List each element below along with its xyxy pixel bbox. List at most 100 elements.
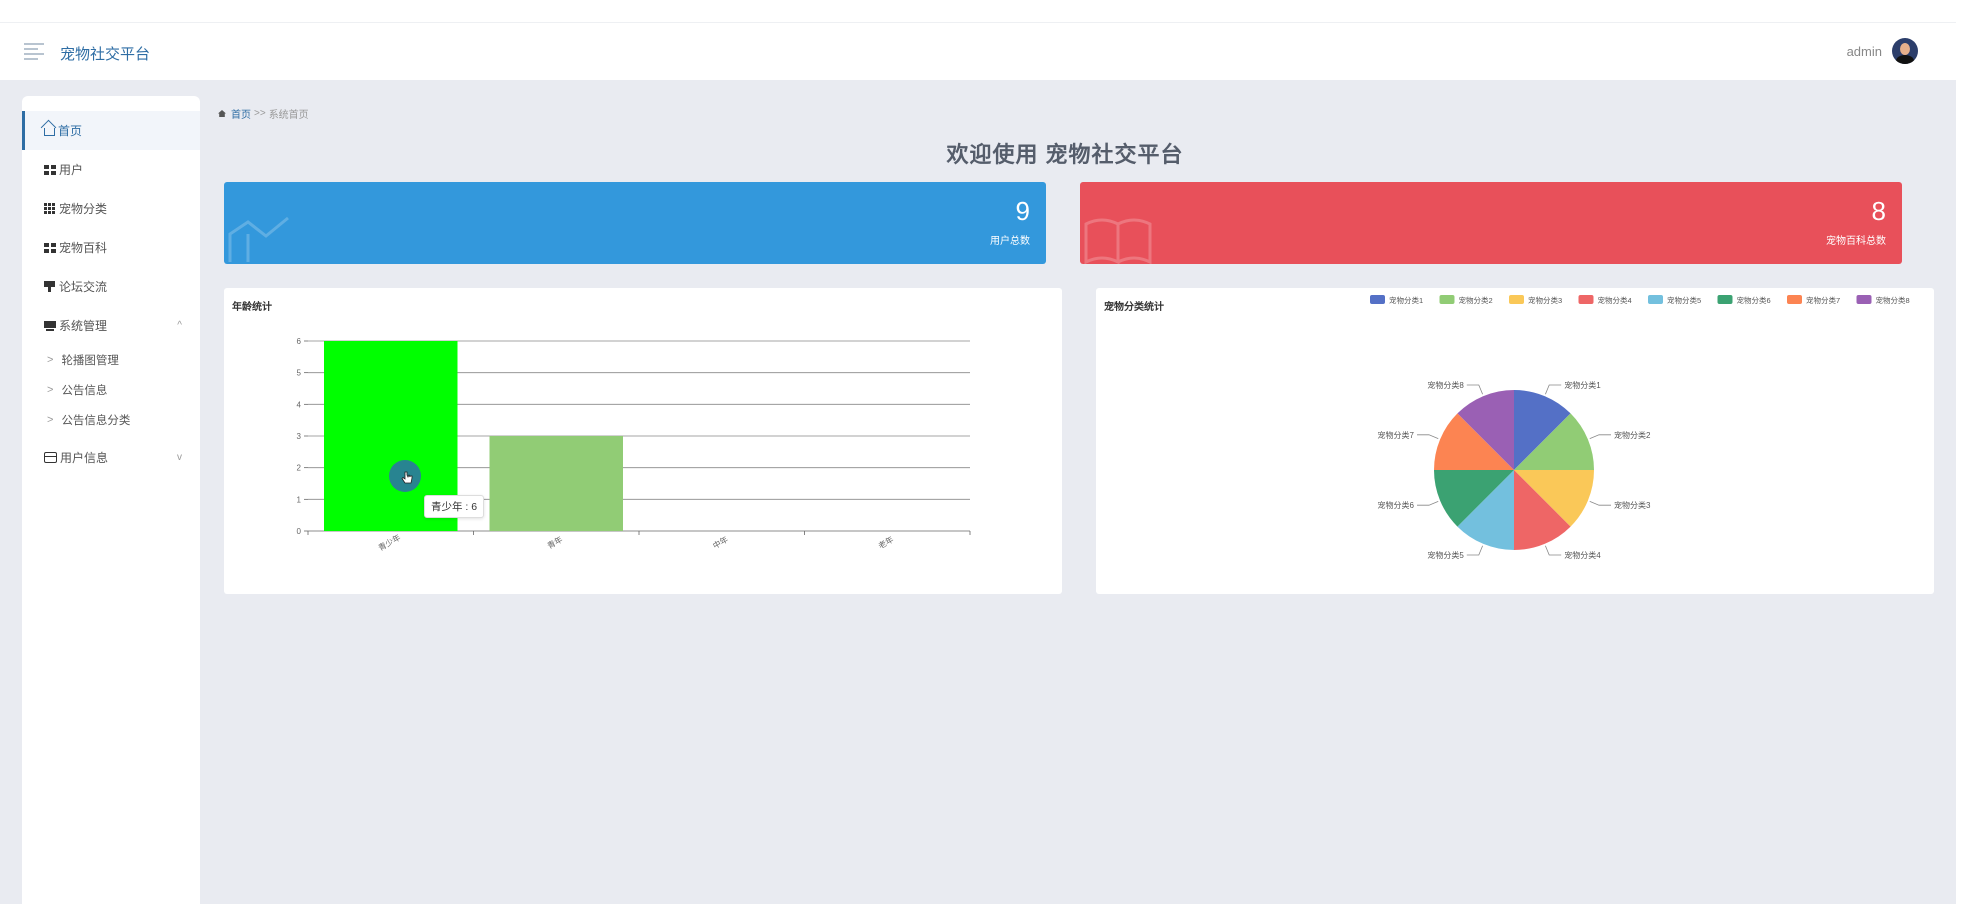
- grid-icon: [44, 203, 56, 214]
- sidebar: 首页 用户 宠物分类 宠物百科 论坛交流 系统管理 ^ > 轮播图管理 > 公告…: [22, 96, 200, 904]
- sidebar-item-label: 用户信息: [60, 451, 109, 465]
- stat-label: 用户总数: [990, 236, 1030, 247]
- label-leader: [1545, 384, 1562, 395]
- pie-label: 宠物分类3: [1614, 500, 1651, 510]
- label-leader: [1417, 501, 1439, 506]
- sidebar-item-label: 宠物百科: [59, 241, 108, 255]
- legend-swatch: [1439, 295, 1455, 304]
- y-tick-label: 6: [297, 337, 302, 346]
- sidebar-item-label: 首页: [58, 124, 83, 138]
- chart-title: 年龄统计: [232, 302, 272, 313]
- sidebar-item-label: 轮播图管理: [61, 355, 119, 367]
- legend-label: 宠物分类6: [1737, 295, 1771, 305]
- y-tick-label: 1: [297, 495, 302, 504]
- sidebar-item-user-info[interactable]: 用户信息 v: [22, 438, 200, 477]
- x-tick-label: 青年: [545, 534, 564, 551]
- pie-label: 宠物分类4: [1564, 550, 1601, 560]
- avatar[interactable]: [1892, 38, 1918, 64]
- label-leader: [1545, 545, 1562, 556]
- legend-swatch: [1717, 295, 1733, 304]
- sidebar-subitem-carousel[interactable]: > 轮播图管理: [22, 345, 200, 375]
- y-tick-label: 5: [297, 369, 302, 378]
- stat-value: 9: [1015, 196, 1030, 226]
- menu-toggle-icon[interactable]: [24, 43, 44, 60]
- pie-label: 宠物分类2: [1614, 430, 1651, 440]
- sidebar-subitem-notice[interactable]: > 公告信息: [22, 375, 200, 405]
- grid-icon: [44, 242, 56, 253]
- bar: [489, 436, 623, 531]
- chevron-up-icon: ^: [177, 320, 182, 331]
- legend-label: 宠物分类1: [1389, 295, 1423, 305]
- label-leader: [1417, 434, 1439, 439]
- chart-tooltip: 青少年 : 6: [424, 495, 485, 518]
- y-tick-label: 0: [297, 527, 302, 536]
- breadcrumb-current: 系统首页: [268, 110, 309, 121]
- y-tick-label: 3: [297, 432, 302, 441]
- chevron-right-icon: >: [47, 414, 54, 426]
- username[interactable]: admin: [1847, 44, 1882, 59]
- sidebar-item-label: 用户: [59, 163, 84, 177]
- pet-pie-chart: 宠物分类1 宠物分类2 宠物分类3 宠物分类4 宠物分类5 宠物分类6 宠物分类7 宠物分类8…: [1370, 295, 1910, 560]
- hand-cursor-icon: [401, 471, 413, 484]
- sidebar-item-label: 宠物分类: [59, 202, 108, 216]
- legend-label: 宠物分类5: [1667, 295, 1701, 305]
- home-icon: [44, 128, 55, 136]
- sidebar-item-users[interactable]: 用户: [22, 150, 200, 189]
- legend-swatch: [1509, 295, 1524, 304]
- legend-swatch: [1578, 295, 1594, 304]
- monitor-icon: [44, 320, 56, 331]
- sidebar-item-label: 公告信息分类: [61, 415, 131, 427]
- sidebar-item-label: 公告信息: [61, 385, 108, 397]
- home-icon: [218, 110, 226, 117]
- breadcrumb: 首页 >> 系统首页: [218, 106, 309, 121]
- legend-label: 宠物分类8: [1876, 295, 1910, 305]
- pie-label: 宠物分类8: [1427, 380, 1464, 390]
- welcome-title: 欢迎使用 宠物社交平台: [946, 142, 1184, 167]
- age-bar-chart: 0 1 2 3 4 5 6 青少年 青年 中年 老年: [297, 337, 971, 553]
- breadcrumb-home[interactable]: 首页: [231, 106, 251, 121]
- x-tick-label: 中年: [711, 534, 730, 551]
- legend-label: 宠物分类4: [1598, 295, 1632, 305]
- legend-label: 宠物分类2: [1459, 295, 1493, 305]
- y-tick-label: 2: [297, 464, 302, 473]
- chart-title: 宠物分类统计: [1104, 302, 1164, 313]
- user-menu[interactable]: admin: [1847, 38, 1918, 64]
- pie-label: 宠物分类1: [1564, 380, 1601, 390]
- sidebar-subitem-notice-category[interactable]: > 公告信息分类: [22, 405, 200, 435]
- legend-label: 宠物分类3: [1528, 295, 1562, 305]
- sidebar-item-home[interactable]: 首页: [22, 111, 200, 150]
- card-icon: [44, 452, 57, 463]
- label-leader: [1589, 501, 1611, 506]
- stat-card-encyclopedia[interactable]: 8 宠物百科总数: [1080, 182, 1902, 264]
- chevron-down-icon: v: [177, 452, 182, 463]
- sidebar-item-forum[interactable]: 论坛交流: [22, 267, 200, 306]
- sidebar-item-system[interactable]: 系统管理 ^: [22, 306, 200, 345]
- chart-trend-icon: [228, 216, 289, 262]
- book-icon: [1084, 218, 1152, 264]
- grid-icon: [44, 164, 56, 175]
- sidebar-item-pet-encyclopedia[interactable]: 宠物百科: [22, 228, 200, 267]
- sidebar-item-pet-category[interactable]: 宠物分类: [22, 189, 200, 228]
- label-leader: [1466, 384, 1483, 395]
- label-leader: [1589, 434, 1611, 439]
- x-tick-label: 青少年: [376, 532, 402, 553]
- legend-swatch: [1856, 295, 1872, 304]
- stat-label: 宠物百科总数: [1826, 236, 1886, 247]
- board-icon: [44, 281, 56, 292]
- legend-swatch: [1787, 295, 1802, 304]
- legend-swatch: [1648, 295, 1663, 304]
- chevron-right-icon: >: [47, 354, 54, 366]
- breadcrumb-separator: >>: [254, 108, 266, 119]
- app-title: 宠物社交平台: [60, 46, 151, 63]
- stat-value: 8: [1871, 196, 1886, 226]
- sidebar-item-label: 系统管理: [59, 319, 108, 333]
- y-tick-label: 4: [297, 400, 302, 409]
- x-tick-label: 老年: [876, 534, 895, 551]
- sidebar-item-label: 论坛交流: [59, 280, 108, 294]
- pet-chart-panel: 宠物分类统计 宠物分类1 宠物分类2 宠物分类3 宠物分类4 宠物分类5 宠物分类6 宠物分…: [1096, 288, 1934, 594]
- stat-card-users[interactable]: 9 用户总数: [224, 182, 1046, 264]
- legend-label: 宠物分类7: [1806, 295, 1840, 305]
- age-chart-panel: 年龄统计 0 1 2 3 4 5 6 青少年 青年 中年 老年: [224, 288, 1062, 594]
- pie-label: 宠物分类6: [1378, 500, 1415, 510]
- top-navbar: 宠物社交平台 admin: [0, 22, 1956, 80]
